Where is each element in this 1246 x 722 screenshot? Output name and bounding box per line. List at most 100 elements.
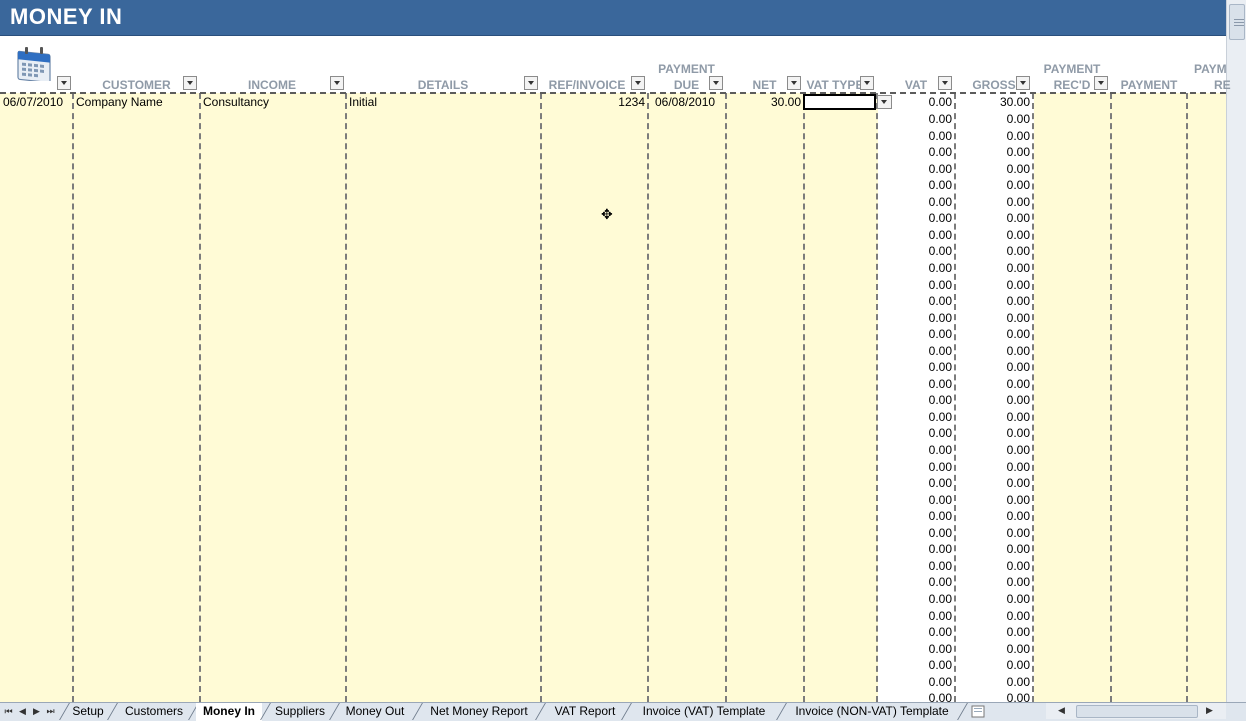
vat-cell[interactable]: 0.00 <box>878 178 952 192</box>
first-sheet-icon[interactable]: ⏮ <box>3 705 14 717</box>
vat-cell[interactable]: 0.00 <box>878 426 952 440</box>
vat-cell[interactable]: 0.00 <box>878 393 952 407</box>
gross-cell[interactable]: 0.00 <box>956 294 1030 308</box>
payment-recd-filter-dropdown[interactable] <box>1094 76 1108 90</box>
gross-cell[interactable]: 0.00 <box>956 311 1030 325</box>
vat-cell[interactable]: 0.00 <box>878 278 952 292</box>
cell-net[interactable]: 30.00 <box>727 95 801 109</box>
vat-cell[interactable]: 0.00 <box>878 460 952 474</box>
gross-cell[interactable]: 0.00 <box>956 410 1030 424</box>
income-filter-dropdown[interactable] <box>330 76 344 90</box>
cell-payment-due[interactable]: 06/08/2010 <box>655 95 715 109</box>
vat-cell[interactable]: 0.00 <box>878 129 952 143</box>
customer-column[interactable] <box>74 93 201 702</box>
tab-vat-report[interactable]: VAT Report <box>547 703 623 720</box>
date-column[interactable] <box>0 93 74 702</box>
calendar-icon[interactable] <box>16 45 54 81</box>
cell-income[interactable]: Consultancy <box>203 95 269 109</box>
ref-invoice-column[interactable] <box>542 93 649 702</box>
date-filter-dropdown[interactable] <box>57 76 71 90</box>
vat-cell[interactable]: 0.00 <box>878 642 952 656</box>
details-column[interactable] <box>347 93 542 702</box>
vat-filter-dropdown[interactable] <box>938 76 952 90</box>
payment-due-column[interactable] <box>649 93 727 702</box>
vat-cell[interactable]: 0.00 <box>878 675 952 689</box>
gross-cell[interactable]: 0.00 <box>956 228 1030 242</box>
vat-cell[interactable]: 0.00 <box>878 658 952 672</box>
gross-cell[interactable]: 0.00 <box>956 426 1030 440</box>
gross-cell[interactable]: 0.00 <box>956 476 1030 490</box>
gross-cell[interactable]: 0.00 <box>956 211 1030 225</box>
gross-cell[interactable]: 0.00 <box>956 327 1030 341</box>
gross-cell[interactable]: 0.00 <box>956 625 1030 639</box>
payment-due-filter-dropdown[interactable] <box>709 76 723 90</box>
customer-filter-dropdown[interactable] <box>183 76 197 90</box>
gross-cell[interactable]: 0.00 <box>956 575 1030 589</box>
vat-cell[interactable]: 0.00 <box>878 377 952 391</box>
tab-money-out[interactable]: Money Out <box>339 703 411 720</box>
gross-cell[interactable]: 0.00 <box>956 393 1030 407</box>
gross-cell[interactable]: 0.00 <box>956 244 1030 258</box>
gross-cell[interactable]: 0.00 <box>956 344 1030 358</box>
vat-cell[interactable]: 0.00 <box>878 261 952 275</box>
vat-cell[interactable]: 0.00 <box>878 228 952 242</box>
gross-cell[interactable]: 0.00 <box>956 178 1030 192</box>
gross-cell[interactable]: 0.00 <box>956 592 1030 606</box>
scroll-left-icon[interactable]: ◀ <box>1056 704 1067 716</box>
vat-cell[interactable]: 0.00 <box>878 575 952 589</box>
vat-cell[interactable]: 0.00 <box>878 195 952 209</box>
gross-cell[interactable]: 0.00 <box>956 460 1030 474</box>
vertical-scroll-thumb[interactable] <box>1229 4 1245 40</box>
vertical-scrollbar[interactable] <box>1226 0 1246 702</box>
selected-cell-vat-type[interactable] <box>803 94 876 110</box>
vat-cell[interactable]: 0.00 <box>878 559 952 573</box>
gross-cell[interactable]: 0.00 <box>956 559 1030 573</box>
gross-cell[interactable]: 0.00 <box>956 675 1030 689</box>
cell-date[interactable]: 06/07/2010 <box>3 95 63 109</box>
cell-gross[interactable]: 30.00 <box>956 95 1030 109</box>
gross-cell[interactable]: 0.00 <box>956 360 1030 374</box>
vat-cell[interactable]: 0.00 <box>878 145 952 159</box>
gross-cell[interactable]: 0.00 <box>956 261 1030 275</box>
vat-cell[interactable]: 0.00 <box>878 476 952 490</box>
next-sheet-icon[interactable]: ▶ <box>31 705 42 717</box>
gross-cell[interactable]: 0.00 <box>956 493 1030 507</box>
cell-customer[interactable]: Company Name <box>76 95 163 109</box>
gross-cell[interactable]: 0.00 <box>956 542 1030 556</box>
vat-cell[interactable]: 0.00 <box>878 625 952 639</box>
insert-sheet-icon[interactable] <box>968 705 988 718</box>
cell-ref-invoice[interactable]: 1234 <box>542 95 645 109</box>
horizontal-scrollbar[interactable]: ◀ ▶ <box>1046 703 1226 719</box>
gross-filter-dropdown[interactable] <box>1016 76 1030 90</box>
tab-invoice-vat-template[interactable]: Invoice (VAT) Template <box>633 703 775 720</box>
ref-invoice-filter-dropdown[interactable] <box>631 76 645 90</box>
gross-cell[interactable]: 0.00 <box>956 642 1030 656</box>
vat-type-column[interactable] <box>805 93 878 702</box>
vat-cell[interactable]: 0.00 <box>878 112 952 126</box>
payment-ref-column[interactable] <box>1188 93 1226 702</box>
payment-column[interactable] <box>1112 93 1188 702</box>
vat-cell[interactable]: 0.00 <box>878 244 952 258</box>
gross-cell[interactable]: 0.00 <box>956 377 1030 391</box>
tab-money-in[interactable]: Money In <box>196 703 262 722</box>
tab-setup[interactable]: Setup <box>66 703 110 720</box>
vat-cell[interactable]: 0.00 <box>878 443 952 457</box>
gross-cell[interactable]: 0.00 <box>956 145 1030 159</box>
tab-net-money-report[interactable]: Net Money Report <box>423 703 535 720</box>
vat-cell[interactable]: 0.00 <box>878 592 952 606</box>
tab-invoice-non-vat-template[interactable]: Invoice (NON-VAT) Template <box>787 703 957 720</box>
gross-cell[interactable]: 0.00 <box>956 509 1030 523</box>
vat-cell[interactable]: 0.00 <box>878 344 952 358</box>
vat-cell[interactable]: 0.00 <box>878 542 952 556</box>
net-column[interactable] <box>727 93 805 702</box>
last-sheet-icon[interactable]: ⏭ <box>45 705 56 717</box>
income-column[interactable] <box>201 93 347 702</box>
vat-cell[interactable]: 0.00 <box>878 211 952 225</box>
gross-cell[interactable]: 0.00 <box>956 195 1030 209</box>
vat-cell[interactable]: 0.00 <box>878 410 952 424</box>
vat-cell[interactable]: 0.00 <box>878 162 952 176</box>
vat-cell[interactable]: 0.00 <box>878 327 952 341</box>
details-filter-dropdown[interactable] <box>524 76 538 90</box>
gross-cell[interactable]: 0.00 <box>956 443 1030 457</box>
gross-cell[interactable]: 0.00 <box>956 658 1030 672</box>
